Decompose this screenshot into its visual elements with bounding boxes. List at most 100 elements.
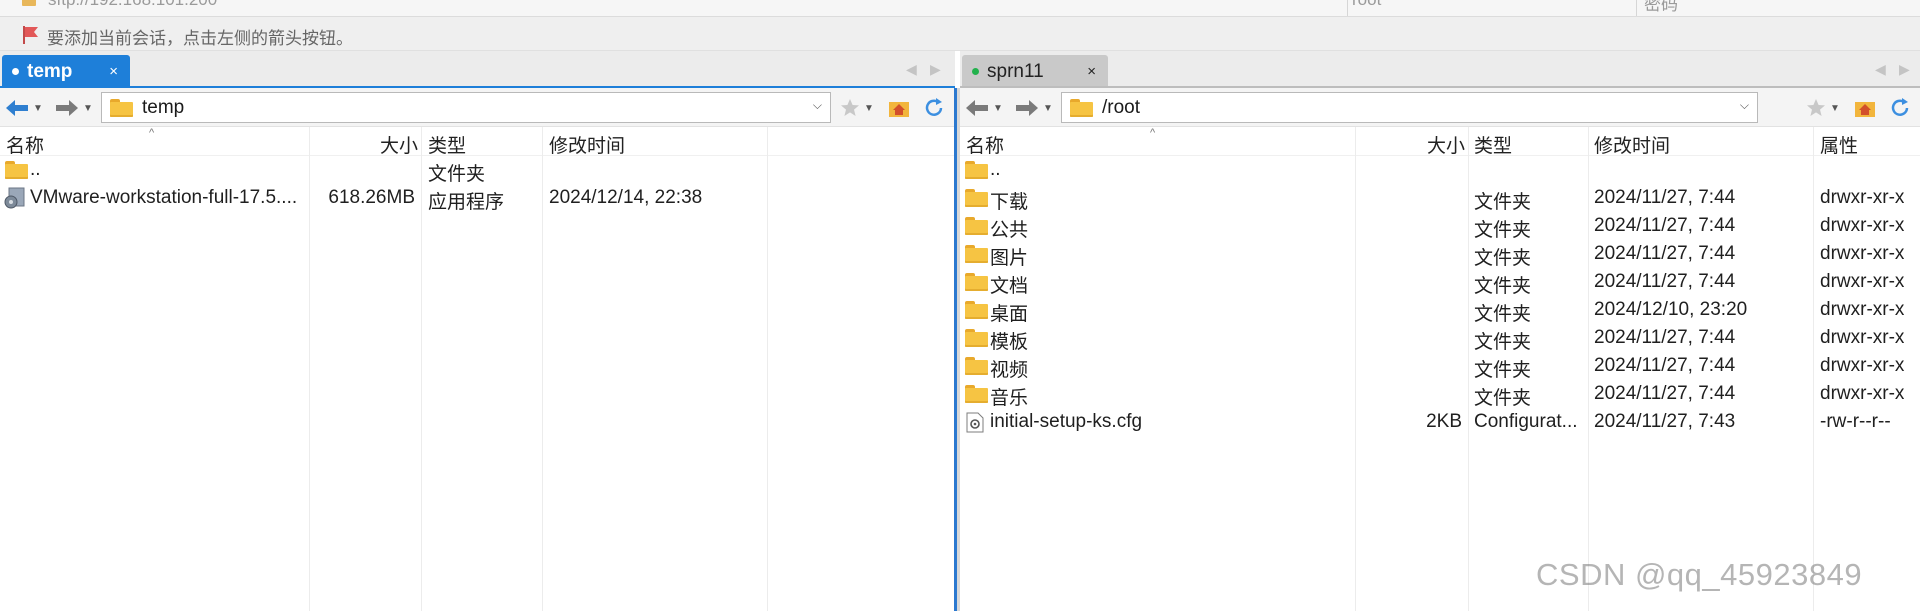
file-name: 桌面 (990, 304, 1029, 325)
list-item[interactable]: 图片 文件夹 2024/11/27, 7:44 drwxr-xr-x (960, 240, 1920, 269)
file-attr: drwxr-xr-x (1820, 299, 1905, 320)
refresh-icon (1891, 98, 1909, 116)
list-item[interactable]: .. (960, 156, 1920, 184)
file-type: 文件夹 (1474, 220, 1532, 241)
folder-icon (965, 329, 988, 347)
session-password-label: 密码 (1644, 0, 1678, 14)
remote-file-panel: ▼ ▼ /root ⌵ ▼ 名称 ^ 大小 类型 修改时间 属性 .. 下载 文… (960, 88, 1920, 611)
folder-icon (5, 161, 28, 179)
file-modified: 2024/11/27, 7:43 (1594, 411, 1736, 432)
file-type: 文件夹 (1474, 276, 1532, 297)
local-file-panel: ▼ ▼ temp ⌵ ▼ 名称 ^ 大小 类型 修改时间 .. 文件夹 VMwa… (0, 88, 954, 611)
col-modified-header[interactable]: 修改时间 (549, 131, 625, 158)
star-icon (1807, 99, 1825, 116)
file-name: 公共 (990, 220, 1029, 241)
list-item[interactable]: initial-setup-ks.cfg 2KB Configurat... 2… (960, 408, 1920, 436)
home-folder-icon (889, 102, 909, 117)
file-attr: drwxr-xr-x (1820, 187, 1905, 208)
chevron-down-icon[interactable]: ▼ (83, 103, 93, 114)
right-column-header: 名称 ^ 大小 类型 修改时间 属性 (960, 127, 1920, 158)
list-item[interactable]: VMware-workstation-full-17.5.... 618.26M… (0, 184, 954, 213)
back-button[interactable]: ▼ (965, 97, 1003, 119)
list-item[interactable]: 音乐 文件夹 2024/11/27, 7:44 drwxr-xr-x (960, 380, 1920, 409)
col-name-header[interactable]: 名称 (6, 131, 44, 158)
left-column-header: 名称 ^ 大小 类型 修改时间 (0, 127, 954, 158)
col-attr-header[interactable]: 属性 (1820, 131, 1858, 158)
file-name: 视频 (990, 360, 1029, 381)
col-modified-header[interactable]: 修改时间 (1594, 131, 1670, 158)
list-item[interactable]: 文档 文件夹 2024/11/27, 7:44 drwxr-xr-x (960, 268, 1920, 297)
path-input[interactable]: temp ⌵ (101, 92, 831, 123)
tab-scroll-right-icon[interactable]: ▶ (930, 61, 941, 78)
close-icon[interactable]: × (109, 63, 118, 80)
refresh-button[interactable] (1889, 97, 1911, 119)
config-file-icon (966, 412, 989, 433)
list-item[interactable]: 模板 文件夹 2024/11/27, 7:44 drwxr-xr-x (960, 324, 1920, 353)
col-size-header[interactable]: 大小 (380, 131, 418, 158)
chevron-down-icon[interactable]: ▼ (33, 103, 43, 114)
file-modified: 2024/11/27, 7:44 (1594, 187, 1736, 208)
home-folder-icon (1855, 102, 1875, 117)
chevron-down-icon[interactable]: ⌵ (813, 98, 822, 113)
col-type-header[interactable]: 类型 (428, 131, 466, 158)
file-type: 文件夹 (1474, 304, 1532, 325)
chevron-down-icon[interactable]: ▼ (993, 103, 1003, 114)
tab-sprn11[interactable]: sprn11 × (962, 55, 1108, 88)
chevron-down-icon[interactable]: ▼ (1830, 103, 1840, 114)
list-item[interactable]: .. 文件夹 (0, 156, 954, 185)
list-item[interactable]: 公共 文件夹 2024/11/27, 7:44 drwxr-xr-x (960, 212, 1920, 241)
file-name: 音乐 (990, 388, 1029, 409)
folder-icon (965, 217, 988, 235)
close-icon[interactable]: × (1087, 63, 1096, 80)
sort-ascending-icon: ^ (149, 127, 155, 139)
col-size-header[interactable]: 大小 (1427, 131, 1465, 158)
file-name: 图片 (990, 248, 1029, 269)
col-type-header[interactable]: 类型 (1474, 131, 1512, 158)
tab-scroll-left-icon[interactable]: ◀ (906, 61, 917, 78)
tab-label: sprn11 (987, 60, 1044, 82)
bookmark-button[interactable]: ▼ (1806, 97, 1840, 119)
list-item[interactable]: 下载 文件夹 2024/11/27, 7:44 drwxr-xr-x (960, 184, 1920, 213)
chevron-down-icon[interactable]: ⌵ (1740, 98, 1749, 113)
forward-arrow-icon (1016, 100, 1038, 116)
right-tabstrip: sprn11 × ◀ ▶ (960, 51, 1920, 88)
file-type: 文件夹 (1474, 332, 1532, 353)
tab-scroll-right-icon[interactable]: ▶ (1899, 61, 1910, 78)
tab-status-dot (12, 68, 19, 75)
refresh-button[interactable] (923, 97, 945, 119)
path-input[interactable]: /root ⌵ (1061, 92, 1758, 123)
forward-button[interactable]: ▼ (1015, 97, 1053, 119)
column-separator (1636, 0, 1637, 16)
session-url: sftp://192.168.101.200 (48, 0, 217, 10)
back-button[interactable]: ▼ (5, 97, 43, 119)
home-button[interactable] (888, 97, 910, 119)
list-item[interactable]: 视频 文件夹 2024/11/27, 7:44 drwxr-xr-x (960, 352, 1920, 381)
forward-button[interactable]: ▼ (55, 97, 93, 119)
bookmark-button[interactable]: ▼ (840, 97, 874, 119)
forward-arrow-icon (56, 100, 78, 116)
back-arrow-icon (6, 100, 28, 116)
file-name: 模板 (990, 332, 1029, 353)
tab-label: temp (27, 60, 73, 82)
file-name: 文档 (990, 276, 1029, 297)
bookmark-flag-icon[interactable] (21, 25, 41, 45)
left-toolbar: ▼ ▼ temp ⌵ ▼ (0, 88, 954, 127)
home-button[interactable] (1854, 97, 1876, 119)
back-arrow-icon (966, 100, 988, 116)
tab-temp[interactable]: temp × (2, 55, 130, 88)
tab-scroll-left-icon[interactable]: ◀ (1875, 61, 1886, 78)
file-attr: drwxr-xr-x (1820, 383, 1905, 404)
chevron-down-icon[interactable]: ▼ (1043, 103, 1053, 114)
list-item[interactable]: 桌面 文件夹 2024/12/10, 23:20 drwxr-xr-x (960, 296, 1920, 325)
col-name-header[interactable]: 名称 (966, 131, 1004, 158)
chevron-down-icon[interactable]: ▼ (864, 103, 874, 114)
right-file-list: .. 下载 文件夹 2024/11/27, 7:44 drwxr-xr-x 公共… (960, 156, 1920, 436)
folder-icon (965, 245, 988, 263)
left-tabstrip: temp × ◀ ▶ (0, 51, 955, 88)
file-modified: 2024/11/27, 7:44 (1594, 215, 1736, 236)
file-name: VMware-workstation-full-17.5.... (30, 187, 298, 208)
connected-status-dot (972, 68, 979, 75)
file-name: initial-setup-ks.cfg (990, 411, 1143, 432)
sort-ascending-icon: ^ (1150, 127, 1156, 139)
file-type: Configurat... (1474, 411, 1578, 432)
